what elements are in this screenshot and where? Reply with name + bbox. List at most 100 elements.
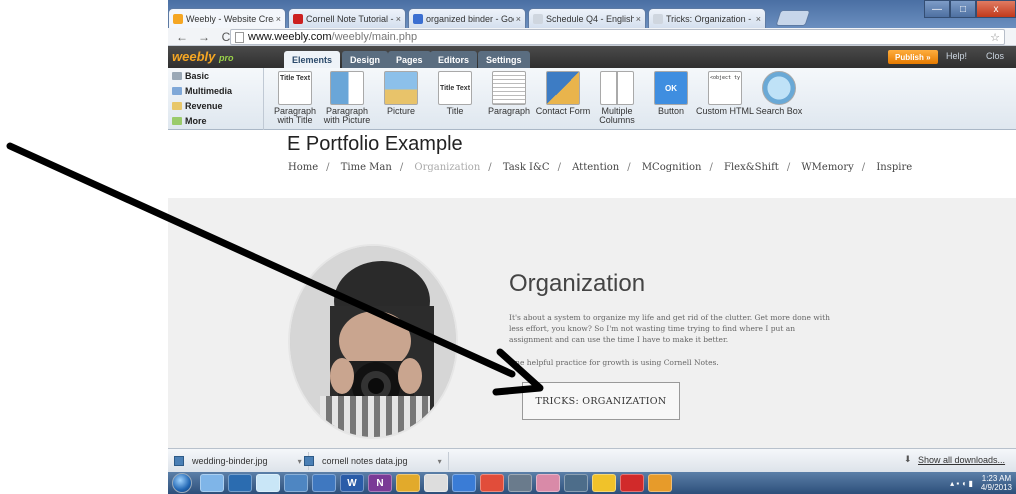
close-icon[interactable]: × bbox=[756, 14, 761, 24]
maximize-button[interactable]: □ bbox=[950, 0, 976, 18]
nav-separator: / bbox=[709, 162, 713, 173]
element-button[interactable]: OK Button bbox=[642, 71, 700, 129]
element-label: Custom HTML bbox=[696, 106, 755, 116]
plus-icon bbox=[172, 116, 182, 125]
nav-home[interactable]: Home bbox=[288, 162, 318, 173]
nav-inspire[interactable]: Inspire bbox=[876, 162, 912, 173]
section-heading: Organization bbox=[509, 270, 646, 297]
taskbar-app-paint-icon[interactable] bbox=[312, 474, 336, 492]
tab-editors[interactable]: Editors bbox=[430, 51, 478, 68]
help-link[interactable]: Help! bbox=[946, 51, 967, 61]
weebly-top-bar: weebly pro Elements Design Pages Editors… bbox=[168, 46, 1016, 68]
tab-binder[interactable]: organized binder - Googl × bbox=[408, 8, 526, 28]
element-contact-form[interactable]: Contact Form bbox=[534, 71, 592, 129]
back-button[interactable]: ← bbox=[174, 30, 190, 44]
taskbar-app-folder-icon[interactable] bbox=[200, 474, 224, 492]
category-label: More bbox=[185, 115, 207, 126]
nav-task-ic[interactable]: Task I&C bbox=[503, 162, 550, 173]
close-editor-link[interactable]: Clos bbox=[986, 51, 1004, 61]
taskbar-app-tool-icon[interactable] bbox=[508, 474, 532, 492]
element-custom-html[interactable]: <object ty Custom HTML bbox=[696, 71, 754, 129]
system-tray: ▴ ▪ ◖ ▮ 1:23 AM 4/9/2013 bbox=[950, 474, 1012, 492]
tab-pages[interactable]: Pages bbox=[388, 51, 431, 68]
close-icon[interactable]: × bbox=[276, 14, 281, 24]
nav-separator: / bbox=[786, 162, 791, 173]
tab-label: Weebly - Website Creation bbox=[186, 13, 274, 24]
category-multimedia[interactable]: Multimedia bbox=[168, 83, 263, 98]
google-favicon-icon bbox=[413, 13, 423, 24]
category-label: Revenue bbox=[185, 100, 223, 111]
taskbar-app-ie-icon[interactable] bbox=[452, 474, 476, 492]
show-all-downloads-link[interactable]: Show all downloads... bbox=[918, 455, 1005, 465]
nav-organization[interactable]: Organization bbox=[414, 162, 480, 173]
category-more[interactable]: More bbox=[168, 113, 263, 128]
title-thumb-icon: Title Text bbox=[438, 71, 472, 105]
new-tab-button[interactable] bbox=[775, 10, 811, 26]
tab-label: Cornell Note Tutorial - Th bbox=[306, 13, 394, 24]
element-search-box[interactable]: Search Box bbox=[750, 71, 808, 129]
nav-mcognition[interactable]: MCognition bbox=[642, 162, 702, 173]
folder-icon bbox=[172, 86, 182, 95]
tricks-organization-button[interactable]: TRICKS: ORGANIZATION bbox=[522, 382, 680, 420]
nav-separator: / bbox=[326, 162, 330, 173]
tab-settings[interactable]: Settings bbox=[478, 51, 530, 68]
forward-button[interactable]: → bbox=[196, 30, 212, 44]
taskbar-app-shapes-icon[interactable] bbox=[592, 474, 616, 492]
close-window-button[interactable]: x bbox=[976, 0, 1016, 18]
element-picture[interactable]: Picture bbox=[372, 71, 430, 129]
minimize-button[interactable]: — bbox=[924, 0, 950, 18]
taskbar-app-chrome-icon[interactable] bbox=[396, 474, 420, 492]
element-label: Paragraph with Title bbox=[273, 106, 317, 125]
element-label: Picture bbox=[386, 106, 415, 116]
element-paragraph-with-title[interactable]: Title Text Paragraph with Title bbox=[266, 71, 324, 129]
nav-flexshift[interactable]: Flex&Shift bbox=[724, 162, 779, 173]
category-basic[interactable]: Basic bbox=[168, 68, 263, 83]
taskbar-app-word-icon[interactable]: W bbox=[340, 474, 364, 492]
nav-attention[interactable]: Attention bbox=[572, 162, 619, 173]
page-favicon-icon bbox=[533, 13, 543, 24]
taskbar-app-explorer-icon[interactable] bbox=[256, 474, 280, 492]
element-label: Search Box bbox=[755, 106, 803, 116]
tab-elements[interactable]: Elements bbox=[284, 51, 341, 68]
close-icon[interactable]: × bbox=[396, 14, 401, 24]
close-icon[interactable]: × bbox=[636, 14, 641, 24]
element-multiple-columns[interactable]: Multiple Columns bbox=[588, 71, 646, 129]
category-revenue[interactable]: Revenue bbox=[168, 98, 263, 113]
taskbar-app-flower-icon[interactable] bbox=[536, 474, 560, 492]
download-item[interactable]: cornell notes data.jpg ▾ bbox=[298, 452, 449, 470]
taskbar-app-pdf-icon[interactable] bbox=[620, 474, 644, 492]
clock-date: 4/9/2013 bbox=[980, 483, 1012, 492]
bookmark-star-icon[interactable]: ☆ bbox=[990, 31, 1000, 44]
nav-wmemory[interactable]: WMemory bbox=[801, 162, 853, 173]
taskbar-app-itunes-icon[interactable] bbox=[648, 474, 672, 492]
tab-label: organized binder - Googl bbox=[426, 13, 514, 24]
tab-cornell[interactable]: Cornell Note Tutorial - Th × bbox=[288, 8, 406, 28]
element-paragraph[interactable]: Paragraph bbox=[480, 71, 538, 129]
start-button[interactable] bbox=[172, 473, 192, 493]
windows-taskbar: W N ▴ ▪ ◖ ▮ 1:23 AM 4/9/2013 bbox=[168, 472, 1016, 494]
nav-separator: / bbox=[627, 162, 631, 173]
nav-time-man[interactable]: Time Man bbox=[341, 162, 392, 173]
taskbar-app-clock-icon[interactable] bbox=[424, 474, 448, 492]
page-favicon-icon bbox=[653, 13, 663, 24]
element-paragraph-with-picture[interactable]: Paragraph with Picture bbox=[318, 71, 376, 129]
clock[interactable]: 1:23 AM 4/9/2013 bbox=[981, 474, 1012, 492]
download-item[interactable]: wedding-binder.jpg ▾ bbox=[168, 452, 309, 470]
section-paragraph: It's about a system to organize my life … bbox=[509, 313, 830, 344]
tab-weebly[interactable]: Weebly - Website Creation × bbox=[168, 8, 286, 28]
tab-tricks[interactable]: Tricks: Organization - E P × bbox=[648, 8, 766, 28]
folder-icon bbox=[172, 71, 182, 80]
taskbar-app-chart-icon[interactable] bbox=[284, 474, 308, 492]
publish-button[interactable]: Publish » bbox=[888, 50, 938, 64]
taskbar-app-onenote-icon[interactable]: N bbox=[368, 474, 392, 492]
download-filename: wedding-binder.jpg bbox=[192, 456, 268, 466]
address-bar[interactable]: www.weebly.com/weebly/main.php ☆ bbox=[230, 29, 1005, 45]
dropdown-arrow-icon[interactable]: ▾ bbox=[438, 457, 442, 466]
tab-design[interactable]: Design bbox=[342, 51, 389, 68]
tab-schedule[interactable]: Schedule Q4 - English Cl × bbox=[528, 8, 646, 28]
element-title[interactable]: Title Text Title bbox=[426, 71, 484, 129]
close-icon[interactable]: × bbox=[516, 14, 521, 24]
taskbar-app-inkscape-icon[interactable] bbox=[564, 474, 588, 492]
taskbar-app-ball-icon[interactable] bbox=[480, 474, 504, 492]
taskbar-app-media-icon[interactable] bbox=[228, 474, 252, 492]
